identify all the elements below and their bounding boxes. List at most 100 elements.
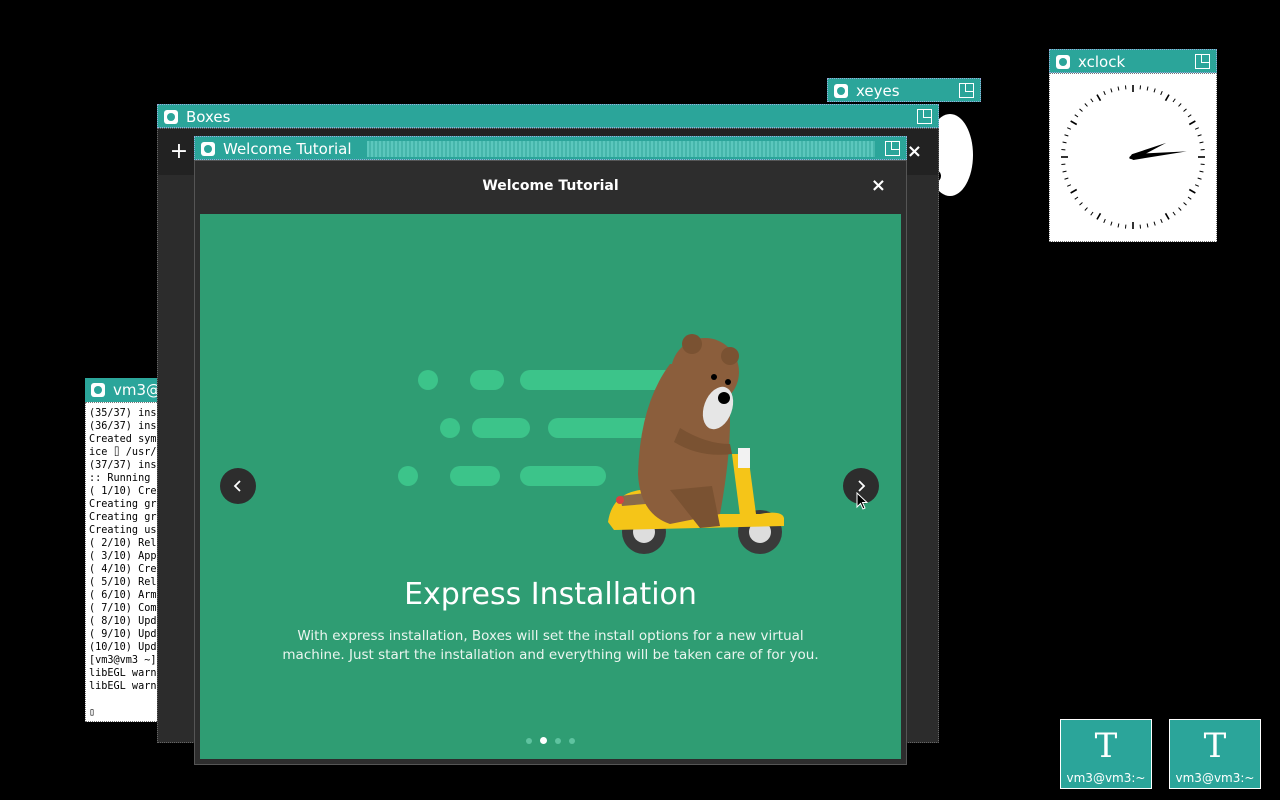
xterm-icon-2[interactable]: T vm3@vm3:~ [1169, 719, 1261, 789]
mouse-cursor-icon [856, 492, 869, 510]
tutorial-header-title: Welcome Tutorial [482, 178, 619, 194]
clock-tick [1084, 207, 1088, 211]
xterm-titlebar[interactable]: vm3@ [85, 378, 165, 402]
window-menu-icon[interactable] [1056, 55, 1070, 69]
xterm-line: ( 2/10) Rel [89, 538, 157, 549]
page-dot[interactable] [540, 737, 547, 744]
clock-tick [1172, 98, 1176, 103]
clock-tick [1146, 223, 1149, 228]
clock-tick [1096, 94, 1102, 102]
clock-tick [1197, 134, 1202, 137]
boxes-close-button[interactable]: × [907, 141, 922, 162]
clock-tick [1103, 91, 1106, 96]
clock-tick [1062, 141, 1067, 144]
window-menu-icon[interactable] [164, 110, 178, 124]
tutorial-window[interactable]: Welcome Tutorial Welcome Tutorial × Expr… [194, 136, 907, 765]
clock-tick [1199, 170, 1204, 173]
xclock-face [1049, 73, 1217, 242]
clock-tick [1187, 196, 1192, 200]
clock-tick [1197, 177, 1202, 180]
clock-tick [1187, 114, 1192, 118]
resize-icon[interactable] [917, 109, 932, 124]
xterm-line: [vm3@vm3 ~] [89, 655, 157, 666]
add-button[interactable]: + [168, 141, 190, 163]
boxes-titlebar[interactable]: Boxes [157, 104, 939, 128]
clock-tick [1183, 108, 1187, 112]
page-dot[interactable] [569, 738, 575, 744]
xterm-line: ( 7/10) Com [89, 603, 157, 614]
clock-tick [1153, 221, 1156, 226]
xterm-line: ( 3/10) App [89, 551, 157, 562]
resize-icon[interactable] [1195, 54, 1210, 69]
title-highlight [367, 141, 875, 157]
clock-tick [1194, 127, 1199, 130]
chevron-right-icon [858, 480, 866, 492]
page-indicator [200, 735, 901, 744]
icon-label: vm3@vm3:~ [1175, 771, 1255, 785]
resize-icon[interactable] [885, 141, 900, 156]
terminal-icon: T [1094, 726, 1118, 766]
window-menu-icon[interactable] [201, 142, 215, 156]
icon-label: vm3@vm3:~ [1066, 771, 1146, 785]
xterm-line: libEGL warn [89, 681, 157, 692]
xterm-line: (36/37) ins [89, 421, 157, 432]
previous-button[interactable] [220, 468, 256, 504]
xclock-window[interactable]: xclock [1049, 49, 1217, 242]
window-menu-icon[interactable] [834, 84, 848, 98]
xclock-title: xclock [1078, 53, 1126, 71]
xterm-line: ( 9/10) Upd [89, 629, 157, 640]
xterm-line: (10/10) Upd [89, 642, 157, 653]
tutorial-close-button[interactable]: × [871, 175, 886, 196]
xterm-line [89, 693, 156, 706]
chevron-left-icon [233, 480, 241, 492]
clock-tick [1199, 141, 1204, 144]
clock-tick [1153, 88, 1156, 93]
clock-tick [1064, 177, 1069, 180]
clock-tick [1160, 218, 1163, 223]
clock-tick [1079, 108, 1083, 112]
xterm-window[interactable]: vm3@ (35/37) ins (36/37) ins Created sym ic… [85, 378, 165, 722]
clock-tick [1074, 114, 1079, 118]
clock-tick [1084, 103, 1088, 107]
clock-tick [1178, 207, 1182, 211]
page-dot[interactable] [555, 738, 561, 744]
xterm-content[interactable]: (35/37) ins (36/37) ins Created sym ice ⌷ /… [85, 402, 165, 722]
clock-tick [1079, 202, 1083, 206]
xterm-line: ▯ [89, 707, 96, 718]
clock-tick [1117, 86, 1120, 91]
tutorial-headerbar: Welcome Tutorial × [195, 161, 906, 213]
clock-tick [1164, 94, 1170, 102]
xterm-icon-1[interactable]: T vm3@vm3:~ [1060, 719, 1152, 789]
clock-tick [1070, 188, 1078, 194]
window-menu-icon[interactable] [91, 383, 105, 397]
resize-icon[interactable] [959, 83, 974, 98]
bear-scooter-illustration [398, 334, 784, 554]
xterm-line: ( 8/10) Upd [89, 616, 157, 627]
xeyes-titlebar[interactable]: xeyes [827, 78, 981, 102]
boxes-title: Boxes [186, 108, 231, 126]
slide-description-line1: With express installation, Boxes will se… [297, 628, 804, 644]
xterm-line: ( 6/10) Arm [89, 590, 157, 601]
clock-tick [1074, 196, 1079, 200]
xterm-line: ice ⌷ /usr/ [89, 447, 157, 458]
xterm-line: Created sym [89, 434, 157, 445]
clock-tick [1090, 98, 1094, 103]
clock-tick [1067, 127, 1072, 130]
clock-tick [1183, 202, 1187, 206]
xterm-line: (35/37) ins [89, 408, 157, 419]
clock-icon [1061, 85, 1205, 229]
clock-tick [1062, 170, 1067, 173]
xterm-output: (35/37) ins (36/37) ins Created sym ice ⌷ /… [89, 407, 156, 719]
clock-tick [1178, 103, 1182, 107]
xclock-titlebar[interactable]: xclock [1049, 49, 1217, 73]
clock-tick [1188, 188, 1196, 194]
clock-tick [1164, 212, 1170, 220]
page-dot[interactable] [526, 738, 532, 744]
clock-tick [1070, 120, 1078, 126]
clock-tick [1146, 86, 1149, 91]
tutorial-titlebar[interactable]: Welcome Tutorial [194, 136, 907, 160]
xterm-title: vm3@ [113, 381, 162, 399]
xterm-line: :: Running [89, 473, 157, 484]
clock-tick [1194, 184, 1199, 187]
clock-tick [1188, 120, 1196, 126]
